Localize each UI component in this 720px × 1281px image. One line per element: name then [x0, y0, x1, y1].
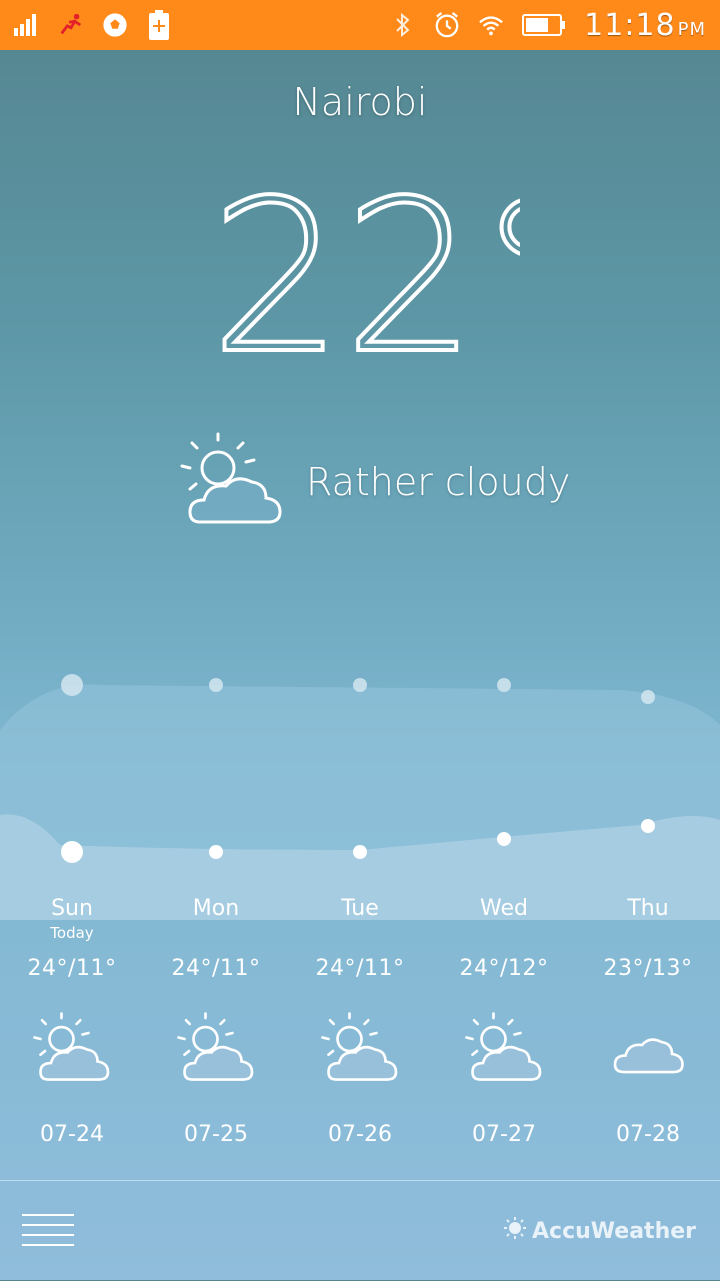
day-name: Thu [627, 896, 669, 921]
temperature-value: 22° [210, 180, 520, 370]
day-date: 07-28 [616, 1122, 680, 1147]
signal-icon [14, 12, 40, 38]
partly-cloudy-icon [180, 432, 284, 532]
day-subtitle: Today [50, 924, 94, 942]
day-date: 07-24 [40, 1122, 104, 1147]
low-temp-dot [353, 845, 367, 859]
high-temp-dot [497, 678, 511, 692]
accuweather-logo[interactable]: AccuWeather [504, 1217, 696, 1245]
brand-text: AccuWeather [532, 1218, 696, 1244]
forecast-day[interactable]: Mon 24°/11° 07-25 [144, 880, 288, 1180]
day-date: 07-27 [472, 1122, 536, 1147]
partly-cloudy-icon [320, 1012, 400, 1092]
runner-icon [58, 12, 84, 38]
day-temp-range: 24°/11° [27, 956, 117, 981]
current-temperature: 22° [208, 153, 584, 402]
wifi-icon [478, 12, 504, 38]
high-temp-dot [209, 678, 223, 692]
day-date: 07-26 [328, 1122, 392, 1147]
menu-icon[interactable] [20, 1211, 76, 1251]
low-temp-dot [497, 832, 511, 846]
alarm-icon [434, 12, 460, 38]
high-temp-dot [641, 690, 655, 704]
low-temp-dot [61, 841, 83, 863]
soccer-icon [102, 12, 128, 38]
day-temp-range: 24°/12° [459, 956, 549, 981]
day-temp-range: 24°/11° [315, 956, 405, 981]
battery-icon [522, 12, 566, 38]
day-name: Wed [480, 896, 528, 921]
partly-cloudy-icon [32, 1012, 112, 1092]
forecast-day[interactable]: Thu 23°/13° 07-28 [576, 880, 720, 1180]
status-bar: 11:18 PM [0, 0, 720, 50]
day-temp-range: 23°/13° [603, 956, 693, 981]
high-temp-dot [353, 678, 367, 692]
day-date: 07-25 [184, 1122, 248, 1147]
cloud-icon [608, 1012, 688, 1092]
forecast-day[interactable]: Tue 24°/11° 07-26 [288, 880, 432, 1180]
current-condition: Rather cloudy [180, 432, 570, 532]
low-temp-dot [641, 819, 655, 833]
day-name: Tue [341, 896, 379, 921]
forecast: Sun Today 24°/11° 07-24 Mon 24°/11° 07-2… [0, 880, 720, 1180]
day-name: Sun [51, 896, 93, 921]
low-temp-dot [209, 845, 223, 859]
city-name[interactable]: Nairobi [0, 80, 720, 124]
forecast-day[interactable]: Sun Today 24°/11° 07-24 [0, 880, 144, 1180]
bottom-bar: AccuWeather [0, 1180, 720, 1281]
partly-cloudy-icon [464, 1012, 544, 1092]
partly-cloudy-icon [176, 1012, 256, 1092]
condition-text: Rather cloudy [306, 460, 571, 504]
battery-plus-icon [146, 10, 172, 40]
forecast-day[interactable]: Wed 24°/12° 07-27 [432, 880, 576, 1180]
day-name: Mon [192, 896, 240, 921]
sun-icon [504, 1217, 527, 1245]
high-temp-dot [61, 674, 83, 696]
day-temp-range: 24°/11° [171, 956, 261, 981]
clock: 11:18 PM [584, 7, 706, 43]
bluetooth-icon [390, 12, 416, 38]
